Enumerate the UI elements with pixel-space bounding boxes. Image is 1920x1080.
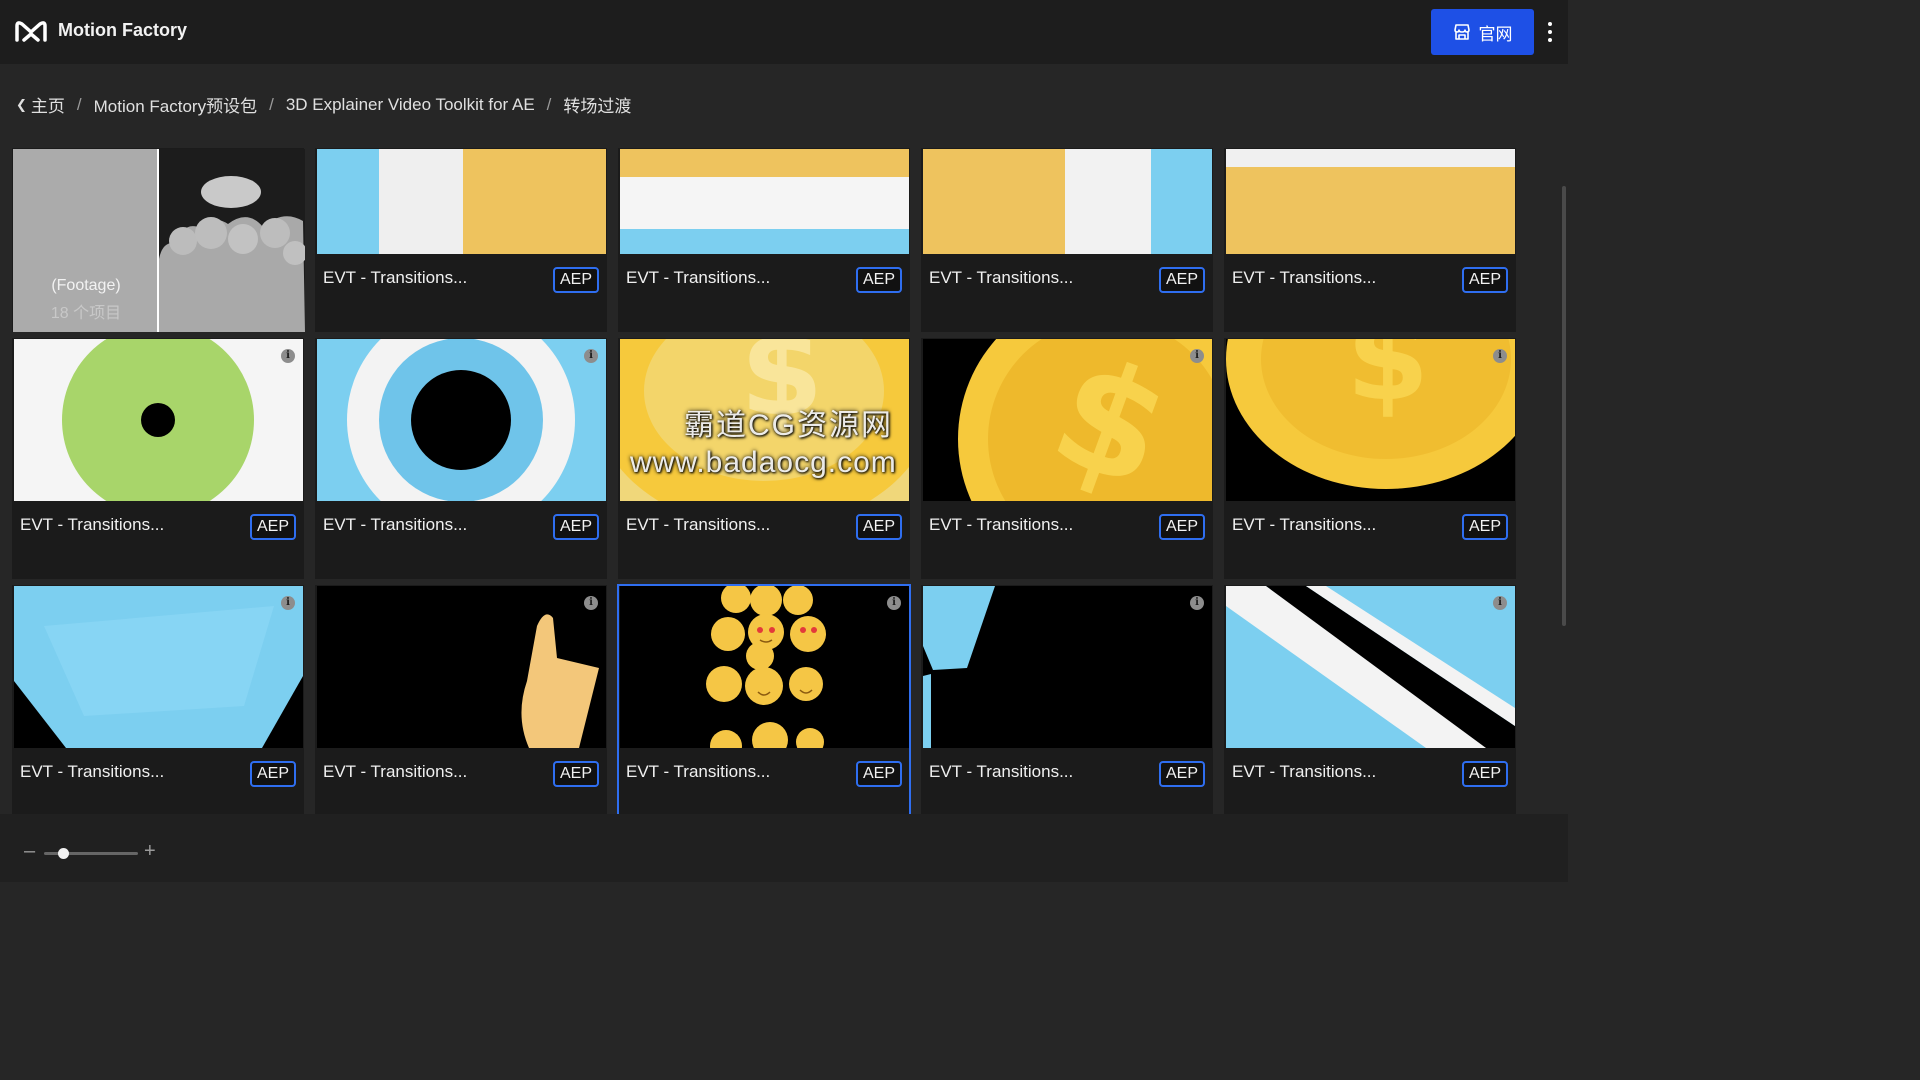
asset-card[interactable]: i EVT - Transitions... AEP — [315, 338, 607, 579]
breadcrumb-separator: / — [546, 94, 552, 114]
asset-thumbnail — [317, 149, 606, 254]
asset-thumbnail: i — [317, 586, 606, 748]
info-icon[interactable]: i — [281, 596, 295, 610]
asset-card[interactable]: EVT - Transitions... AEP — [618, 148, 910, 332]
asset-title: EVT - Transitions... — [626, 515, 771, 534]
folder-title: (Footage) — [51, 277, 121, 294]
kebab-menu-icon[interactable] — [1542, 20, 1558, 44]
asset-thumbnail — [923, 149, 1212, 254]
app-title: Motion Factory — [58, 20, 187, 40]
aep-badge: AEP — [1462, 514, 1508, 540]
vertical-scrollbar[interactable] — [1562, 186, 1566, 626]
asset-card[interactable]: EVT - Transitions... AEP — [315, 148, 607, 332]
asset-thumbnail: i — [14, 339, 303, 501]
chevron-left-icon[interactable]: ❮ — [16, 97, 27, 113]
asset-thumbnail: i — [620, 586, 909, 748]
asset-grid: (Footage) 18 个项目 EVT - Transitions... AE… — [12, 148, 1518, 814]
asset-title: EVT - Transitions... — [1232, 515, 1377, 534]
asset-card[interactable]: $ i EVT - Transitions... AEP — [921, 338, 1213, 579]
footer-bar — [0, 814, 1568, 882]
aep-badge: AEP — [1462, 267, 1508, 293]
info-icon[interactable]: i — [1493, 349, 1507, 363]
asset-card[interactable]: i EVT - Transitions... AEP — [1224, 585, 1516, 814]
asset-card[interactable]: i EVT - Transitions... AEP — [12, 585, 304, 814]
svg-text:$: $ — [740, 339, 824, 443]
folder-card-footage[interactable]: (Footage) 18 个项目 — [12, 148, 305, 332]
asset-card[interactable]: i EVT - Transitions... AEP — [12, 338, 304, 579]
asset-title: EVT - Transitions... — [323, 268, 468, 287]
asset-card[interactable]: i EVT - Transitions... AEP — [315, 585, 607, 814]
folder-thumbnail: (Footage) 18 个项目 — [13, 149, 305, 332]
info-icon[interactable]: i — [584, 596, 598, 610]
asset-thumbnail: i — [14, 586, 303, 748]
info-icon[interactable]: i — [281, 349, 295, 363]
breadcrumb: ❮ 主页 / Motion Factory预设包 / 3D Explainer … — [16, 92, 631, 117]
aep-badge: AEP — [250, 514, 296, 540]
official-site-button[interactable]: 官网 — [1431, 9, 1534, 55]
asset-title: EVT - Transitions... — [929, 515, 1074, 534]
asset-thumbnail: i — [923, 586, 1212, 748]
info-icon[interactable]: i — [1493, 596, 1507, 610]
aep-badge: AEP — [1159, 514, 1205, 540]
official-site-label: 官网 — [1478, 24, 1513, 44]
asset-title: EVT - Transitions... — [20, 515, 165, 534]
breadcrumb-preset-pack[interactable]: Motion Factory预设包 — [94, 92, 257, 117]
asset-thumbnail: i — [317, 339, 606, 501]
breadcrumb-home[interactable]: 主页 — [31, 92, 65, 117]
breadcrumb-current: 转场过渡 — [563, 97, 632, 116]
asset-title: EVT - Transitions... — [20, 762, 165, 781]
asset-title: EVT - Transitions... — [626, 268, 771, 287]
asset-thumbnail — [1226, 149, 1515, 254]
folder-item-count: 18 个项目 — [50, 305, 122, 322]
info-icon[interactable]: i — [1190, 596, 1204, 610]
aep-badge: AEP — [553, 761, 599, 787]
info-icon[interactable]: i — [887, 596, 901, 610]
motion-factory-logo-icon[interactable] — [14, 18, 48, 44]
breadcrumb-toolkit[interactable]: 3D Explainer Video Toolkit for AE — [286, 95, 535, 115]
asset-title: EVT - Transitions... — [1232, 762, 1377, 781]
aep-badge: AEP — [856, 761, 902, 787]
asset-thumbnail: i — [1226, 586, 1515, 748]
asset-title: EVT - Transitions... — [929, 268, 1074, 287]
asset-card[interactable]: EVT - Transitions... AEP — [1224, 148, 1516, 332]
breadcrumb-separator: / — [76, 94, 82, 114]
zoom-slider-handle[interactable] — [57, 848, 69, 859]
asset-card[interactable]: $ i EVT - Transitions... AEP — [1224, 338, 1516, 579]
asset-title: EVT - Transitions... — [323, 762, 468, 781]
aep-badge: AEP — [856, 514, 902, 540]
aep-badge: AEP — [553, 267, 599, 293]
asset-card[interactable]: i EVT - Transitions... AEP — [921, 585, 1213, 814]
aep-badge: AEP — [250, 761, 296, 787]
asset-thumbnail: $ i — [923, 339, 1212, 501]
asset-card[interactable]: EVT - Transitions... AEP — [921, 148, 1213, 332]
top-bar: Motion Factory 官网 — [0, 0, 1568, 64]
breadcrumb-separator: / — [269, 94, 274, 114]
storefront-icon — [1453, 24, 1470, 40]
svg-text:$: $ — [1346, 339, 1430, 428]
asset-title: EVT - Transitions... — [1232, 268, 1377, 287]
info-icon[interactable]: i — [1190, 349, 1204, 363]
aep-badge: AEP — [1159, 267, 1205, 293]
asset-card-selected[interactable]: i EVT - Transitions... AEP — [617, 584, 911, 814]
zoom-in-icon[interactable]: + — [144, 840, 158, 870]
aep-badge: AEP — [553, 514, 599, 540]
asset-thumbnail: $ i — [1226, 339, 1515, 501]
aep-badge: AEP — [1159, 761, 1205, 787]
zoom-out-icon[interactable]: – — [24, 840, 38, 870]
info-icon[interactable]: i — [584, 349, 598, 363]
asset-title: EVT - Transitions... — [323, 515, 468, 534]
asset-title: EVT - Transitions... — [626, 762, 771, 781]
asset-title: EVT - Transitions... — [929, 762, 1074, 781]
aep-badge: AEP — [856, 267, 902, 293]
asset-thumbnail: $ — [620, 339, 909, 501]
asset-card[interactable]: $ EVT - Transitions... AEP — [618, 338, 910, 579]
aep-badge: AEP — [1462, 761, 1508, 787]
asset-thumbnail — [620, 149, 909, 254]
